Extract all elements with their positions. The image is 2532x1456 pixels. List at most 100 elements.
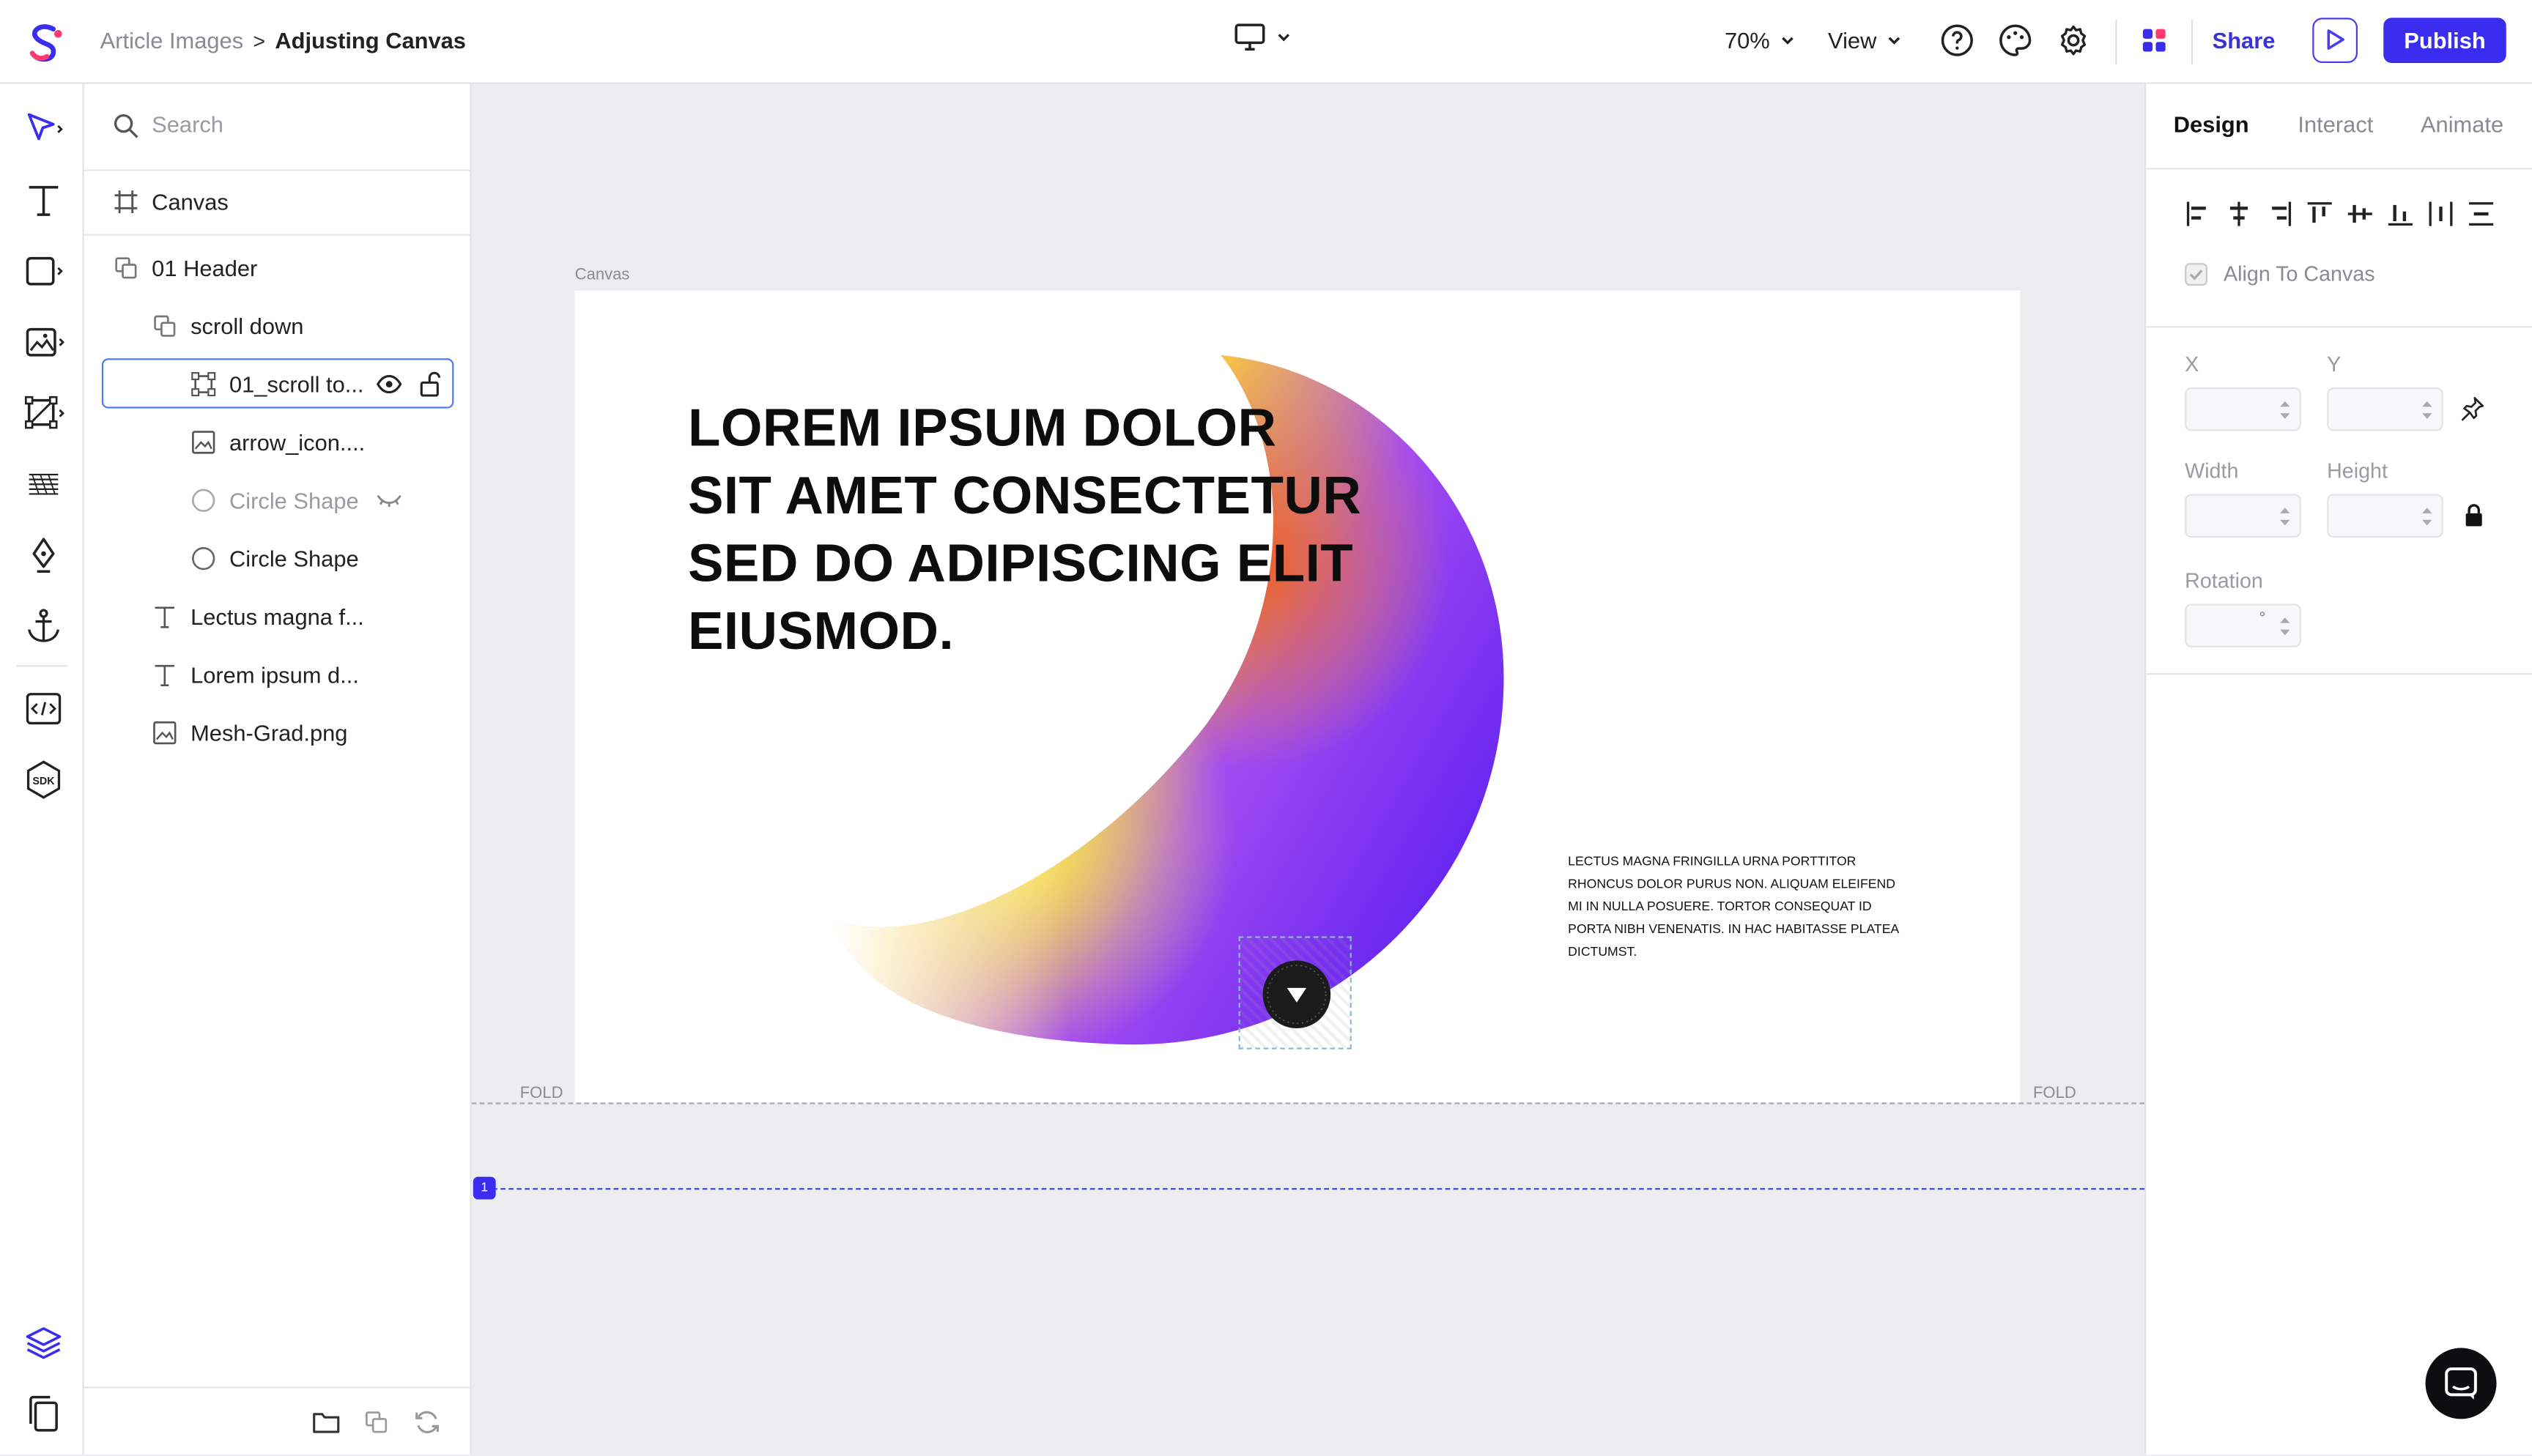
align-center-vertical-icon[interactable]: [2347, 200, 2374, 227]
chevron-down-icon: [1278, 34, 1290, 42]
preview-button[interactable]: [2312, 18, 2358, 63]
share-button[interactable]: Share: [2213, 27, 2276, 53]
select-arrow-icon[interactable]: [23, 108, 64, 150]
app-logo-icon[interactable]: [23, 19, 68, 64]
tab-interact[interactable]: Interact: [2298, 111, 2373, 137]
help-icon[interactable]: [1939, 23, 1974, 58]
device-selector[interactable]: [1234, 23, 1292, 52]
layers-panel: Canvas 01 Header scroll down 01_scroll t…: [84, 83, 472, 1455]
align-top-icon[interactable]: [2306, 200, 2333, 227]
group-icon[interactable]: [363, 1409, 389, 1435]
anchor-icon[interactable]: [23, 606, 64, 647]
align-to-canvas-label: Align To Canvas: [2224, 261, 2375, 286]
desktop-icon: [1234, 23, 1265, 51]
stepper-icon[interactable]: [2279, 614, 2292, 639]
apps-grid-icon[interactable]: [2136, 23, 2172, 58]
layer-row-circle-shape[interactable]: Circle Shape: [84, 535, 470, 583]
scroll-down-button[interactable]: [1262, 960, 1331, 1029]
pages-icon[interactable]: [23, 1393, 64, 1435]
align-center-horizontal-icon[interactable]: [2225, 200, 2252, 227]
unlock-icon[interactable]: [418, 371, 441, 397]
svg-text:SDK: SDK: [32, 776, 55, 787]
breadcrumb-separator: >: [253, 28, 266, 53]
layer-label: 01 Header: [152, 255, 258, 281]
pin-icon[interactable]: [2459, 395, 2485, 421]
breadcrumb-parent[interactable]: Article Images: [100, 27, 244, 53]
gear-icon[interactable]: [2056, 23, 2091, 58]
tab-design[interactable]: Design: [2174, 111, 2249, 137]
pattern-icon[interactable]: [23, 464, 64, 505]
frame-icon[interactable]: [23, 393, 64, 434]
pen-icon[interactable]: [23, 535, 64, 576]
body-text[interactable]: LECTUS MAGNA FRINGILLA URNA PORTTITOR RH…: [1568, 851, 1910, 964]
height-label: Height: [2327, 458, 2388, 483]
code-icon[interactable]: [23, 688, 64, 729]
layer-row-01-header[interactable]: 01 Header: [84, 244, 470, 292]
guide-badge[interactable]: 1: [473, 1176, 496, 1200]
layer-label: Lorem ipsum d...: [190, 661, 359, 688]
layer-row-arrow-icon[interactable]: arrow_icon....: [84, 418, 470, 467]
inspector-divider: [2146, 673, 2532, 675]
stepper-icon[interactable]: [2421, 397, 2434, 423]
image-icon: [153, 721, 177, 745]
view-label: View: [1828, 27, 1877, 53]
layer-row-lorem-text[interactable]: Lorem ipsum d...: [84, 650, 470, 699]
eye-closed-icon[interactable]: [377, 492, 402, 508]
fold-label-right: FOLD: [2032, 1085, 2076, 1103]
rectangle-icon[interactable]: [23, 250, 64, 292]
toolbar-divider: [2191, 19, 2194, 65]
canvas-artboard[interactable]: LOREM IPSUM DOLOR SIT AMET CONSECTETUR S…: [574, 290, 2021, 1103]
layer-label: Lectus magna f...: [190, 603, 364, 630]
rotation-label: Rotation: [2185, 568, 2263, 593]
align-to-canvas-option[interactable]: Align To Canvas: [2185, 261, 2375, 286]
group-icon: [115, 257, 137, 279]
stepper-icon[interactable]: [2279, 397, 2292, 423]
play-icon: [2327, 29, 2344, 50]
tool-rail: SDK: [0, 83, 84, 1455]
view-dropdown[interactable]: View: [1828, 27, 1903, 53]
canvas-stage[interactable]: Canvas LOREM IPSUM DOLOR SIT AMET CONSEC…: [471, 83, 2145, 1455]
search-icon: [114, 114, 138, 138]
canvas-layer-row[interactable]: Canvas: [84, 169, 470, 236]
image-icon[interactable]: [23, 322, 64, 363]
folder-icon[interactable]: [311, 1409, 341, 1435]
distribute-horizontal-icon[interactable]: [2427, 200, 2454, 227]
scroll-down-group[interactable]: [1238, 936, 1352, 1050]
layer-row-scroll-down[interactable]: scroll down: [84, 302, 470, 350]
text-icon[interactable]: [23, 179, 64, 221]
headline-text[interactable]: LOREM IPSUM DOLOR SIT AMET CONSECTETUR S…: [688, 394, 1366, 665]
image-icon: [192, 431, 215, 454]
circle-icon: [192, 489, 215, 512]
breadcrumb: Article Images > Adjusting Canvas: [100, 27, 466, 53]
zoom-dropdown[interactable]: 70%: [1725, 27, 1796, 53]
layer-row-mesh-grad[interactable]: Mesh-Grad.png: [84, 709, 470, 757]
alignment-toolbar: [2185, 200, 2495, 227]
stepper-icon[interactable]: [2279, 504, 2292, 530]
align-left-icon[interactable]: [2185, 200, 2212, 227]
tab-animate[interactable]: Animate: [2421, 111, 2503, 137]
palette-icon[interactable]: [1997, 23, 2032, 58]
lock-icon[interactable]: [2464, 504, 2483, 528]
eye-icon[interactable]: [376, 374, 402, 394]
search-input[interactable]: [148, 109, 446, 139]
layer-row-circle-shape-hidden[interactable]: Circle Shape: [84, 476, 470, 524]
fold-line: [471, 1102, 2145, 1104]
sdk-icon[interactable]: SDK: [23, 759, 64, 801]
breakpoint-guide[interactable]: [484, 1188, 2145, 1190]
publish-button[interactable]: Publish: [2383, 18, 2506, 63]
align-right-icon[interactable]: [2265, 200, 2292, 227]
chevron-down-icon: [1782, 37, 1793, 45]
layer-row-scroll-to[interactable]: 01_scroll to...: [84, 360, 470, 409]
refresh-icon[interactable]: [413, 1409, 440, 1435]
chat-icon: [2445, 1367, 2477, 1400]
inspector-tabs: Design Interact Animate: [2146, 84, 2532, 170]
layers-icon[interactable]: [23, 1322, 64, 1364]
align-to-canvas-checkbox[interactable]: [2185, 262, 2208, 286]
chat-launcher-button[interactable]: [2425, 1348, 2497, 1419]
align-bottom-icon[interactable]: [2387, 200, 2414, 227]
distribute-vertical-icon[interactable]: [2468, 200, 2495, 227]
stepper-icon[interactable]: [2421, 504, 2434, 530]
circle-icon: [192, 546, 215, 571]
text-icon: [155, 606, 175, 628]
layer-row-lectus-text[interactable]: Lectus magna f...: [84, 593, 470, 641]
